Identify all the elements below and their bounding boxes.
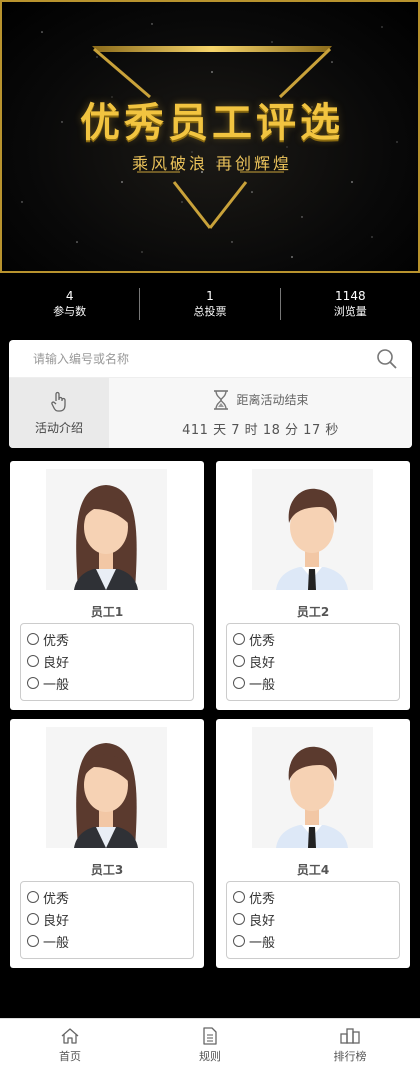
tab-label: 首页 xyxy=(59,1049,81,1063)
employee-card[interactable]: 员工4 优秀 良好 一般 xyxy=(216,719,410,968)
countdown-seconds: 17 xyxy=(303,422,321,438)
home-icon xyxy=(61,1027,79,1044)
option-label: 良好 xyxy=(249,913,276,929)
rating-option[interactable]: 优秀 xyxy=(227,886,399,908)
ranking-icon xyxy=(340,1027,360,1044)
rating-options: 优秀 良好 一般 xyxy=(226,623,400,701)
rating-option[interactable]: 一般 xyxy=(21,930,193,952)
stat-views: 1148 浏览量 xyxy=(281,288,420,320)
option-label: 良好 xyxy=(43,913,70,929)
male-avatar-icon xyxy=(276,488,348,590)
rating-option[interactable]: 一般 xyxy=(227,672,399,694)
male-avatar-icon xyxy=(276,746,348,848)
option-label: 一般 xyxy=(43,935,70,951)
employee-name: 员工3 xyxy=(90,863,124,877)
employee-photo xyxy=(252,727,373,848)
countdown-label: 距离活动结束 xyxy=(236,393,309,407)
rating-option[interactable]: 良好 xyxy=(227,650,399,672)
female-avatar-icon xyxy=(74,743,138,848)
search-input[interactable]: 请输入编号或名称 xyxy=(33,350,376,367)
rating-option[interactable]: 优秀 xyxy=(21,628,193,650)
stats-bar: 4 参与数 1 总投票 1148 浏览量 xyxy=(0,273,420,335)
radio-button[interactable] xyxy=(27,633,39,645)
rating-option[interactable]: 良好 xyxy=(227,908,399,930)
rating-option[interactable]: 良好 xyxy=(21,908,193,930)
rating-option[interactable]: 优秀 xyxy=(21,886,193,908)
stat-label: 浏览量 xyxy=(333,305,367,318)
employee-card[interactable]: 员工2 优秀 良好 一般 xyxy=(216,461,410,710)
employee-photo xyxy=(46,727,167,848)
stat-label: 总投票 xyxy=(193,305,227,318)
option-label: 一般 xyxy=(43,677,70,693)
option-label: 优秀 xyxy=(249,633,276,649)
countdown-timer: 411 天 7 时 18 分 17 秒 xyxy=(182,419,339,438)
tab-rules[interactable]: 规则 xyxy=(140,1019,280,1071)
activity-intro-label: 活动介绍 xyxy=(34,420,83,435)
employee-card[interactable]: 员工3 优秀 良好 一般 xyxy=(10,719,204,968)
employee-name: 员工1 xyxy=(90,605,124,619)
radio-button[interactable] xyxy=(233,633,245,645)
countdown-hours: 7 xyxy=(231,422,241,438)
stat-label: 参与数 xyxy=(53,305,87,318)
rating-option[interactable]: 良好 xyxy=(21,650,193,672)
hourglass-icon xyxy=(214,389,229,410)
banner: 优秀员工评选 乘风破浪 再创辉煌 xyxy=(0,0,420,273)
countdown: 距离活动结束 411 天 7 时 18 分 17 秒 xyxy=(109,378,412,448)
rating-options: 优秀 良好 一般 xyxy=(226,881,400,959)
radio-button[interactable] xyxy=(233,913,245,925)
radio-button[interactable] xyxy=(233,677,245,689)
tab-ranking[interactable]: 排行榜 xyxy=(280,1019,420,1071)
tab-label: 规则 xyxy=(199,1049,221,1063)
rating-option[interactable]: 一般 xyxy=(227,930,399,952)
banner-subtitle: 乘风破浪 再创辉煌 xyxy=(131,154,293,173)
employee-photo xyxy=(252,469,373,590)
search-bar[interactable]: 请输入编号或名称 xyxy=(9,340,412,378)
countdown-day-unit: 天 xyxy=(213,422,227,438)
tab-label: 排行榜 xyxy=(333,1049,367,1063)
option-label: 良好 xyxy=(43,655,70,671)
employee-card[interactable]: 员工1 优秀 良好 一般 xyxy=(10,461,204,710)
stat-value: 4 xyxy=(65,289,74,303)
female-avatar-icon xyxy=(74,485,138,590)
option-label: 一般 xyxy=(249,935,276,951)
radio-button[interactable] xyxy=(27,655,39,667)
option-label: 优秀 xyxy=(43,633,70,649)
employee-photo xyxy=(46,469,167,590)
radio-button[interactable] xyxy=(27,913,39,925)
hand-pointer-icon xyxy=(51,391,66,412)
option-label: 优秀 xyxy=(43,891,70,907)
option-label: 一般 xyxy=(249,677,276,693)
stat-value: 1 xyxy=(206,289,214,303)
radio-button[interactable] xyxy=(27,891,39,903)
countdown-minutes: 18 xyxy=(262,422,281,438)
employee-name: 员工2 xyxy=(296,605,330,619)
rating-options: 优秀 良好 一般 xyxy=(20,623,194,701)
bottom-tab-bar: 首页 规则 排行榜 xyxy=(0,1018,420,1071)
activity-intro-button[interactable]: 活动介绍 xyxy=(9,378,109,448)
stat-value: 1148 xyxy=(335,289,366,303)
radio-button[interactable] xyxy=(27,677,39,689)
rating-option[interactable]: 一般 xyxy=(21,672,193,694)
countdown-days: 411 xyxy=(182,422,209,438)
stat-votes: 1 总投票 xyxy=(140,288,279,320)
radio-button[interactable] xyxy=(233,935,245,947)
rating-option[interactable]: 优秀 xyxy=(227,628,399,650)
radio-button[interactable] xyxy=(27,935,39,947)
stat-participants: 4 参与数 xyxy=(0,288,139,320)
option-label: 良好 xyxy=(249,655,276,671)
banner-title: 优秀员工评选 xyxy=(80,100,344,146)
radio-button[interactable] xyxy=(233,891,245,903)
employee-name: 员工4 xyxy=(296,863,330,877)
countdown-minute-unit: 分 xyxy=(285,422,299,438)
search-icon[interactable] xyxy=(376,348,398,370)
tab-home[interactable]: 首页 xyxy=(0,1019,140,1071)
rating-options: 优秀 良好 一般 xyxy=(20,881,194,959)
document-icon xyxy=(203,1026,217,1045)
search-panel: 请输入编号或名称 活动介绍 距离活动结束 411 天 7 时 18 分 17 秒 xyxy=(9,340,412,448)
option-label: 优秀 xyxy=(249,891,276,907)
radio-button[interactable] xyxy=(233,655,245,667)
countdown-hour-unit: 时 xyxy=(244,422,259,438)
countdown-second-unit: 秒 xyxy=(325,422,339,438)
